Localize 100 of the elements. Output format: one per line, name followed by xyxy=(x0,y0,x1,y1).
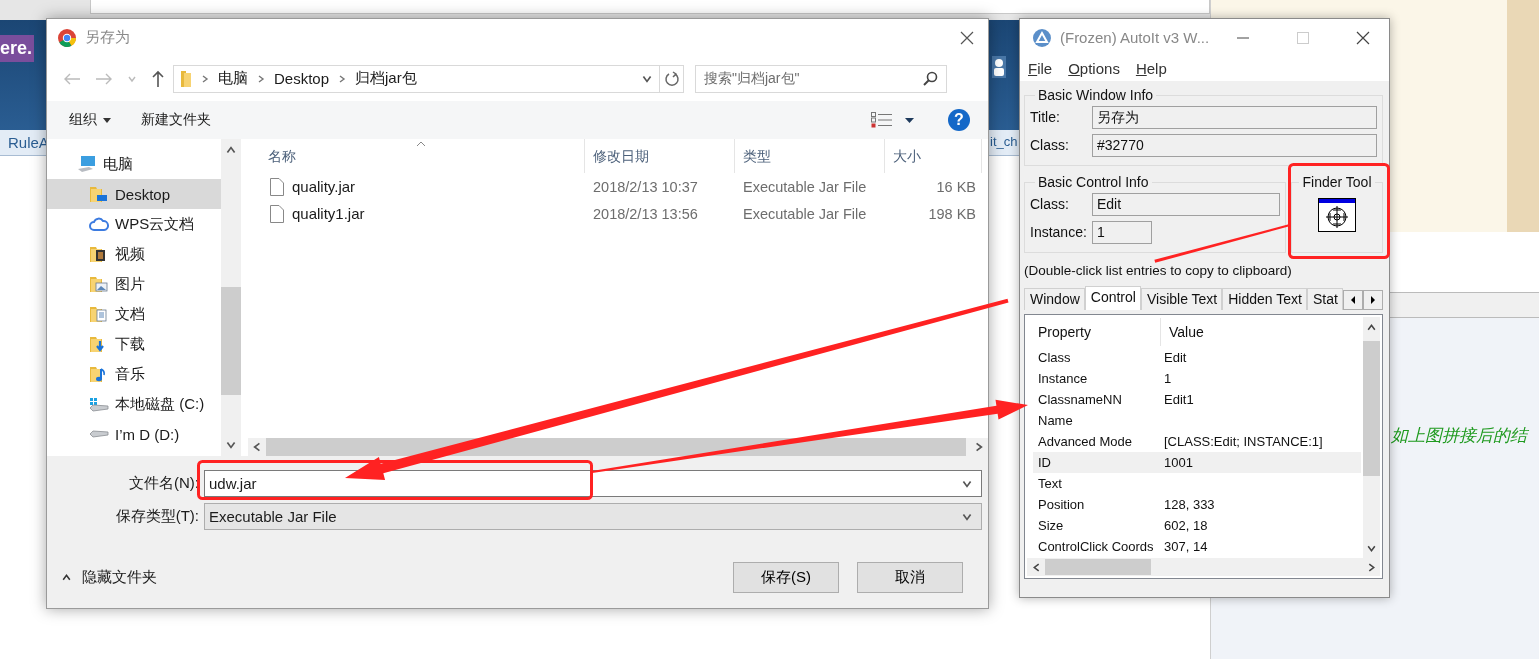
nav-item[interactable]: 电脑 xyxy=(47,149,221,179)
column-header[interactable]: 修改日期 xyxy=(585,139,735,173)
list-row[interactable]: Advanced Mode [CLASS:Edit; INSTANCE:1] xyxy=(1033,431,1361,452)
property-cell-text: Text xyxy=(1037,476,1063,491)
chevron-icon xyxy=(256,73,266,84)
cancel-button[interactable]: 取消 xyxy=(857,562,963,593)
column-header[interactable]: Value xyxy=(1161,324,1204,340)
nav-item[interactable]: 音乐 xyxy=(47,359,221,389)
app-icon xyxy=(1032,27,1052,48)
nav-item[interactable]: 视频 xyxy=(47,239,221,269)
value-cell: 602, 18 xyxy=(1164,518,1208,533)
breadcrumb-item[interactable]: 电脑 xyxy=(218,69,248,88)
list-row[interactable]: ID 1001 xyxy=(1033,452,1361,473)
column-header[interactable]: 名称 xyxy=(248,139,585,173)
nav-item[interactable]: Desktop xyxy=(47,179,221,209)
file-name[interactable]: quality1.jar xyxy=(248,204,585,223)
scrollbar[interactable] xyxy=(1027,558,1380,576)
nav-item[interactable]: 文档 xyxy=(47,299,221,329)
breadcrumb-item[interactable]: Desktop xyxy=(274,70,330,87)
column-header[interactable]: 类型 xyxy=(735,139,885,173)
tab[interactable]: Visible Text xyxy=(1140,288,1223,310)
nav-item[interactable]: 下载 xyxy=(47,329,221,359)
tab[interactable]: Hidden Text xyxy=(1222,288,1307,310)
folder-icon xyxy=(180,69,192,88)
field-label: Title: xyxy=(1030,109,1061,125)
search-field[interactable]: 搜索"归档jar包" xyxy=(695,64,947,93)
close-icon[interactable] xyxy=(960,30,974,45)
list-row[interactable]: Size 602, 18 xyxy=(1033,515,1361,536)
organize-button[interactable]: 组织 xyxy=(67,108,113,132)
crosshair-icon[interactable] xyxy=(1318,198,1356,232)
caret-icon[interactable] xyxy=(905,117,914,123)
tab[interactable]: Control xyxy=(1084,286,1141,310)
list-row[interactable]: Instance 1 xyxy=(1033,368,1361,389)
column-header[interactable]: 大小 xyxy=(885,139,982,173)
value-cell: Edit1 xyxy=(1164,392,1194,407)
cloud-icon xyxy=(89,216,109,232)
view-icon[interactable] xyxy=(871,112,893,128)
right-triangle-icon xyxy=(1371,296,1375,304)
close-icon[interactable] xyxy=(1356,30,1371,45)
list-row[interactable]: Text xyxy=(1033,473,1361,494)
up-icon[interactable] xyxy=(151,69,165,88)
menu-item[interactable]: File xyxy=(1028,60,1053,77)
file-name[interactable]: quality.jar xyxy=(248,177,585,196)
minimize-icon[interactable] xyxy=(1237,36,1250,39)
property-cell-text: Position xyxy=(1037,497,1086,512)
tab-label[interactable]: RuleA xyxy=(8,134,49,151)
value-field[interactable]: 1 xyxy=(1092,220,1152,244)
save-button[interactable]: 保存(S) xyxy=(733,562,839,593)
nav-item[interactable]: 图片 xyxy=(47,269,221,299)
type-cell-text: Executable Jar File xyxy=(742,178,868,195)
size-cell-text: 198 KB xyxy=(927,205,977,222)
property-cell-text: Name xyxy=(1037,413,1074,428)
nav-item[interactable]: 本地磁盘 (C:) xyxy=(47,389,221,419)
property-cell-text: Instance xyxy=(1037,371,1089,386)
property-cell-text: ClassnameNN xyxy=(1037,392,1123,407)
tab[interactable]: Window xyxy=(1024,288,1085,310)
help-button[interactable]: ? xyxy=(948,109,970,131)
value-field[interactable]: #32770 xyxy=(1092,133,1377,157)
type-cell-text: Executable Jar File xyxy=(742,205,868,222)
value-cell: 1 xyxy=(1164,371,1172,386)
list-row[interactable]: ClassnameNN Edit1 xyxy=(1033,389,1361,410)
list-row[interactable]: Position 128, 333 xyxy=(1033,494,1361,515)
tab[interactable]: Stat xyxy=(1306,288,1343,310)
address-field[interactable]: 电脑 Desktop 归档jar包 xyxy=(173,64,660,93)
property-cell-text: Advanced Mode xyxy=(1037,434,1133,449)
menu-item[interactable]: Options xyxy=(1068,60,1120,77)
file-type-dropdown[interactable]: Executable Jar File xyxy=(204,503,982,530)
nav-item[interactable]: I’m D (D:) xyxy=(47,419,221,449)
filename-field[interactable]: udw.jar xyxy=(204,470,982,497)
refresh-button[interactable] xyxy=(660,64,684,93)
hide-folders-toggle[interactable]: 隐藏文件夹 xyxy=(61,568,157,587)
new-folder-button[interactable]: 新建文件夹 xyxy=(139,108,213,132)
scroll-up-icon xyxy=(1366,321,1377,333)
note-text: 如上图拼接后的结 xyxy=(1391,426,1527,445)
field-label: Class: xyxy=(1030,196,1070,212)
list-row[interactable]: Class Edit xyxy=(1033,347,1361,368)
tab-scroll-right-button[interactable] xyxy=(1363,290,1383,310)
picture-folder-icon xyxy=(89,275,109,293)
tab-scroll-left-button[interactable] xyxy=(1343,290,1363,310)
column-header[interactable]: Property xyxy=(1033,318,1161,346)
group-title: Finder Tool xyxy=(1301,174,1373,190)
scrollbar[interactable] xyxy=(221,139,241,456)
caret-icon xyxy=(103,117,111,123)
chevron-up-icon xyxy=(61,572,72,583)
value-cell: [CLASS:Edit; INSTANCE:1] xyxy=(1164,434,1323,449)
drive-icon xyxy=(89,430,109,438)
property-cell-text: Class xyxy=(1037,350,1072,365)
list-row[interactable]: ControlClick Coords 307, 14 xyxy=(1033,536,1361,557)
tab-label[interactable]: it_ch xyxy=(990,134,1018,149)
date-cell-text: 2018/2/13 10:37 xyxy=(592,178,699,195)
value-field[interactable]: Edit xyxy=(1092,192,1280,216)
breadcrumb-item[interactable]: 归档jar包 xyxy=(355,69,417,88)
menu-item[interactable]: Help xyxy=(1135,60,1167,77)
scrollbar[interactable] xyxy=(248,438,988,456)
list-row[interactable]: Name xyxy=(1033,410,1361,431)
value-cell: 128, 333 xyxy=(1164,497,1215,512)
value-field[interactable]: 另存为 xyxy=(1092,105,1377,129)
nav-item[interactable]: WPS云文档 xyxy=(47,209,221,239)
document-folder-icon xyxy=(89,305,109,323)
scrollbar[interactable] xyxy=(1363,317,1380,558)
